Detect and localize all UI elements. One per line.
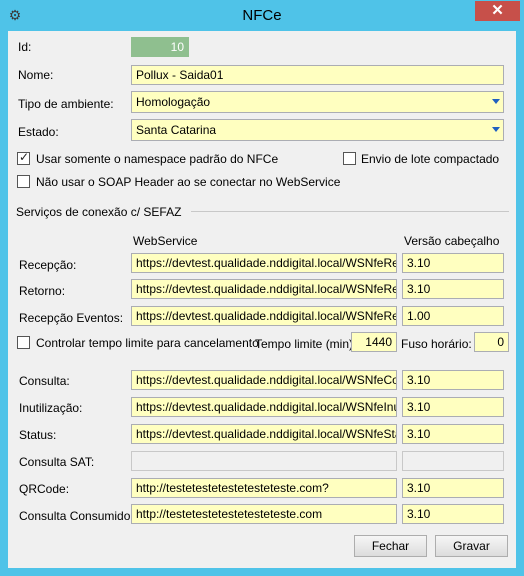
consulta-sat-label: Consulta SAT:: [19, 455, 95, 469]
consulta-sat-versao-input: [402, 451, 504, 471]
tipo-ambiente-select[interactable]: Homologação: [131, 91, 504, 113]
qrcode-versao-input[interactable]: 3.10: [402, 478, 504, 498]
status-label: Status:: [19, 428, 57, 442]
recepcao-url-input[interactable]: https://devtest.qualidade.nddigital.loca…: [131, 253, 397, 273]
recepcao-versao-input[interactable]: 3.10: [402, 253, 504, 273]
namespace-checkbox[interactable]: [17, 150, 30, 165]
versao-header: Versão cabeçalho: [404, 234, 500, 248]
estado-select[interactable]: Santa Catarina: [131, 119, 504, 141]
fuso-input[interactable]: 0: [474, 332, 509, 352]
consulta-versao-input[interactable]: 3.10: [402, 370, 504, 390]
qrcode-label: QRCode:: [19, 482, 70, 496]
chevron-down-icon: [492, 99, 500, 104]
recepcao-eventos-url-input[interactable]: https://devtest.qualidade.nddigital.loca…: [131, 306, 397, 326]
title-bar[interactable]: ⚙ NFCe ✕: [0, 0, 524, 30]
consulta-url-input[interactable]: https://devtest.qualidade.nddigital.loca…: [131, 370, 397, 390]
tipo-ambiente-label: Tipo de ambiente:: [18, 97, 114, 111]
inutilizacao-label: Inutilização:: [19, 401, 83, 415]
estado-label: Estado:: [18, 125, 59, 139]
qrcode-url-input[interactable]: http://testetestetestetesteteste.com?: [131, 478, 397, 498]
tempo-limite-input[interactable]: 1440: [351, 332, 397, 352]
fechar-button[interactable]: Fechar: [354, 535, 427, 557]
webservice-header: WebService: [133, 234, 198, 248]
status-versao-input[interactable]: 3.10: [402, 424, 504, 444]
inutilizacao-versao-input[interactable]: 3.10: [402, 397, 504, 417]
consulta-label: Consulta:: [19, 374, 70, 388]
retorno-label: Retorno:: [19, 284, 66, 298]
tempo-limite-label: Tempo limite (min):: [255, 337, 357, 351]
tipo-ambiente-value: Homologação: [136, 95, 211, 109]
chevron-down-icon: [492, 127, 500, 132]
group-divider: [191, 211, 509, 212]
lote-checkbox[interactable]: [343, 152, 356, 165]
soap-checkbox[interactable]: [17, 175, 30, 188]
controle-checkbox[interactable]: [17, 336, 30, 349]
nome-input[interactable]: Pollux - Saida01: [131, 65, 504, 85]
lote-label: Envio de lote compactado: [361, 152, 500, 166]
controle-label: Controlar tempo limite para cancelamento: [36, 336, 259, 350]
recepcao-eventos-versao-input[interactable]: 1.00: [402, 306, 504, 326]
status-url-input[interactable]: https://devtest.qualidade.nddigital.loca…: [131, 424, 397, 444]
id-label: Id:: [18, 40, 32, 54]
consulta-consumidor-url-input[interactable]: http://testetestetestetesteteste.com: [131, 504, 397, 524]
retorno-url-input[interactable]: https://devtest.qualidade.nddigital.loca…: [131, 279, 397, 299]
fuso-label: Fuso horário:: [401, 337, 472, 351]
close-button[interactable]: ✕: [475, 1, 520, 21]
consulta-consumidor-versao-input[interactable]: 3.10: [402, 504, 504, 524]
recepcao-label: Recepção:: [19, 258, 77, 272]
consulta-sat-url-input: [131, 451, 397, 471]
soap-label: Não usar o SOAP Header ao se conectar no…: [36, 175, 341, 189]
estado-value: Santa Catarina: [136, 123, 217, 137]
consulta-consumidor-label: Consulta Consumidor:: [19, 509, 138, 523]
id-field: 10: [131, 37, 189, 57]
namespace-label: Usar somente o namespace padrão do NFCe: [36, 152, 279, 166]
gravar-button[interactable]: Gravar: [435, 535, 508, 557]
window-title: NFCe: [242, 7, 282, 24]
form-body: Id: 10 Nome: Pollux - Saida01 Tipo de am…: [8, 31, 516, 568]
nfce-window: ⚙ NFCe ✕ Id: 10 Nome: Pollux - Saida01 T…: [0, 0, 524, 576]
services-group-label: Serviços de conexão c/ SEFAZ: [16, 205, 182, 219]
nome-label: Nome:: [18, 68, 54, 82]
retorno-versao-input[interactable]: 3.10: [402, 279, 504, 299]
recepcao-eventos-label: Recepção Eventos:: [19, 311, 124, 325]
inutilizacao-url-input[interactable]: https://devtest.qualidade.nddigital.loca…: [131, 397, 397, 417]
